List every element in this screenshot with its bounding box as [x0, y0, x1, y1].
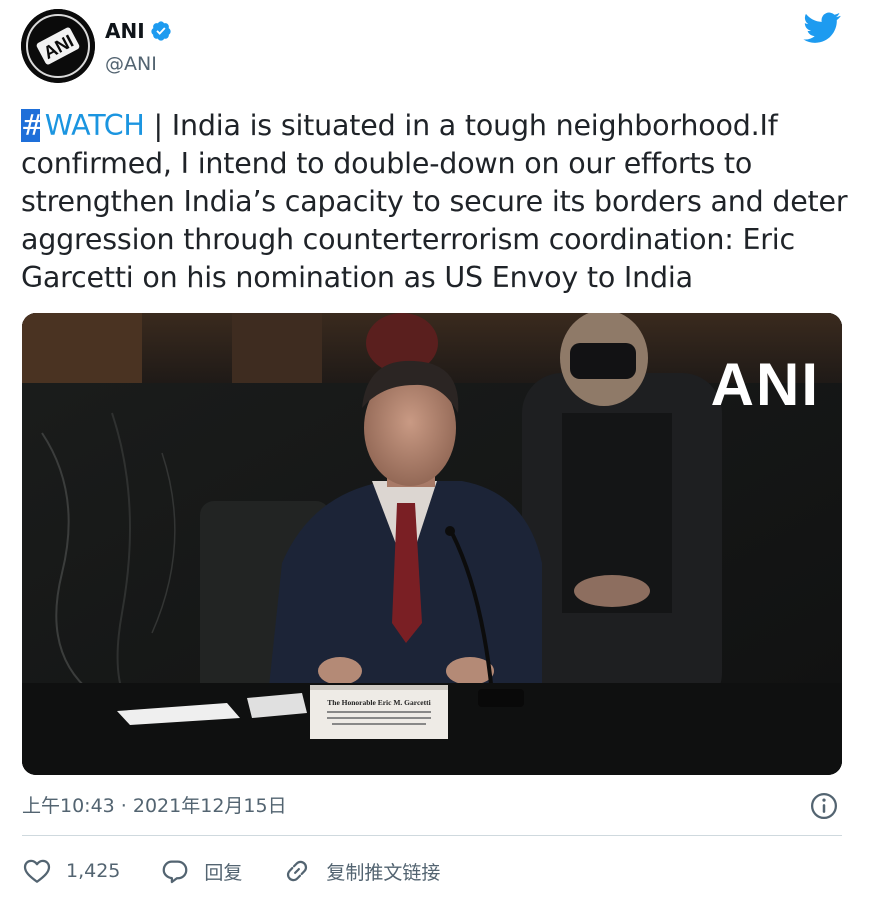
- action-bar: 1,425 回复 复制推文链接: [22, 851, 440, 891]
- reply-button[interactable]: 回复: [160, 856, 242, 886]
- copy-link-label: 复制推文链接: [326, 861, 441, 884]
- hashtag-word: WATCH: [44, 109, 145, 142]
- timestamp[interactable]: 上午10:43 · 2021年12月15日: [22, 793, 287, 819]
- avatar[interactable]: ANI: [21, 9, 95, 83]
- copy-link-button[interactable]: 复制推文链接: [282, 856, 440, 886]
- like-count: 1,425: [66, 860, 121, 882]
- ani-logo: ANI: [21, 9, 95, 83]
- twitter-bird-icon[interactable]: [803, 12, 841, 44]
- hashtag-link[interactable]: #WATCH: [21, 109, 145, 142]
- reply-label: 回复: [204, 861, 243, 884]
- ani-watermark: ANI: [710, 351, 820, 418]
- nameplate-text: The Honorable Eric M. Garcetti: [327, 698, 430, 707]
- like-button[interactable]: 1,425: [22, 856, 120, 886]
- tweet-text: #WATCH | India is situated in a tough ne…: [21, 107, 851, 297]
- handle[interactable]: @ANI: [105, 52, 157, 76]
- hashtag-hash: #: [21, 109, 45, 142]
- reply-bubble-icon: [163, 860, 188, 884]
- heart-icon: [23, 859, 51, 883]
- tweet-body: | India is situated in a tough neighborh…: [21, 109, 848, 294]
- video-media[interactable]: The Honorable Eric M. Garcetti ANI: [22, 313, 842, 775]
- verified-badge-icon: [151, 21, 171, 41]
- info-icon[interactable]: [809, 791, 839, 821]
- display-name-text[interactable]: ANI: [105, 18, 145, 44]
- tweet-card: ANI ANI @ANI #WATCH | India is situated …: [0, 0, 871, 900]
- divider: [22, 835, 842, 836]
- link-icon: [287, 860, 308, 882]
- display-name[interactable]: ANI: [105, 18, 172, 44]
